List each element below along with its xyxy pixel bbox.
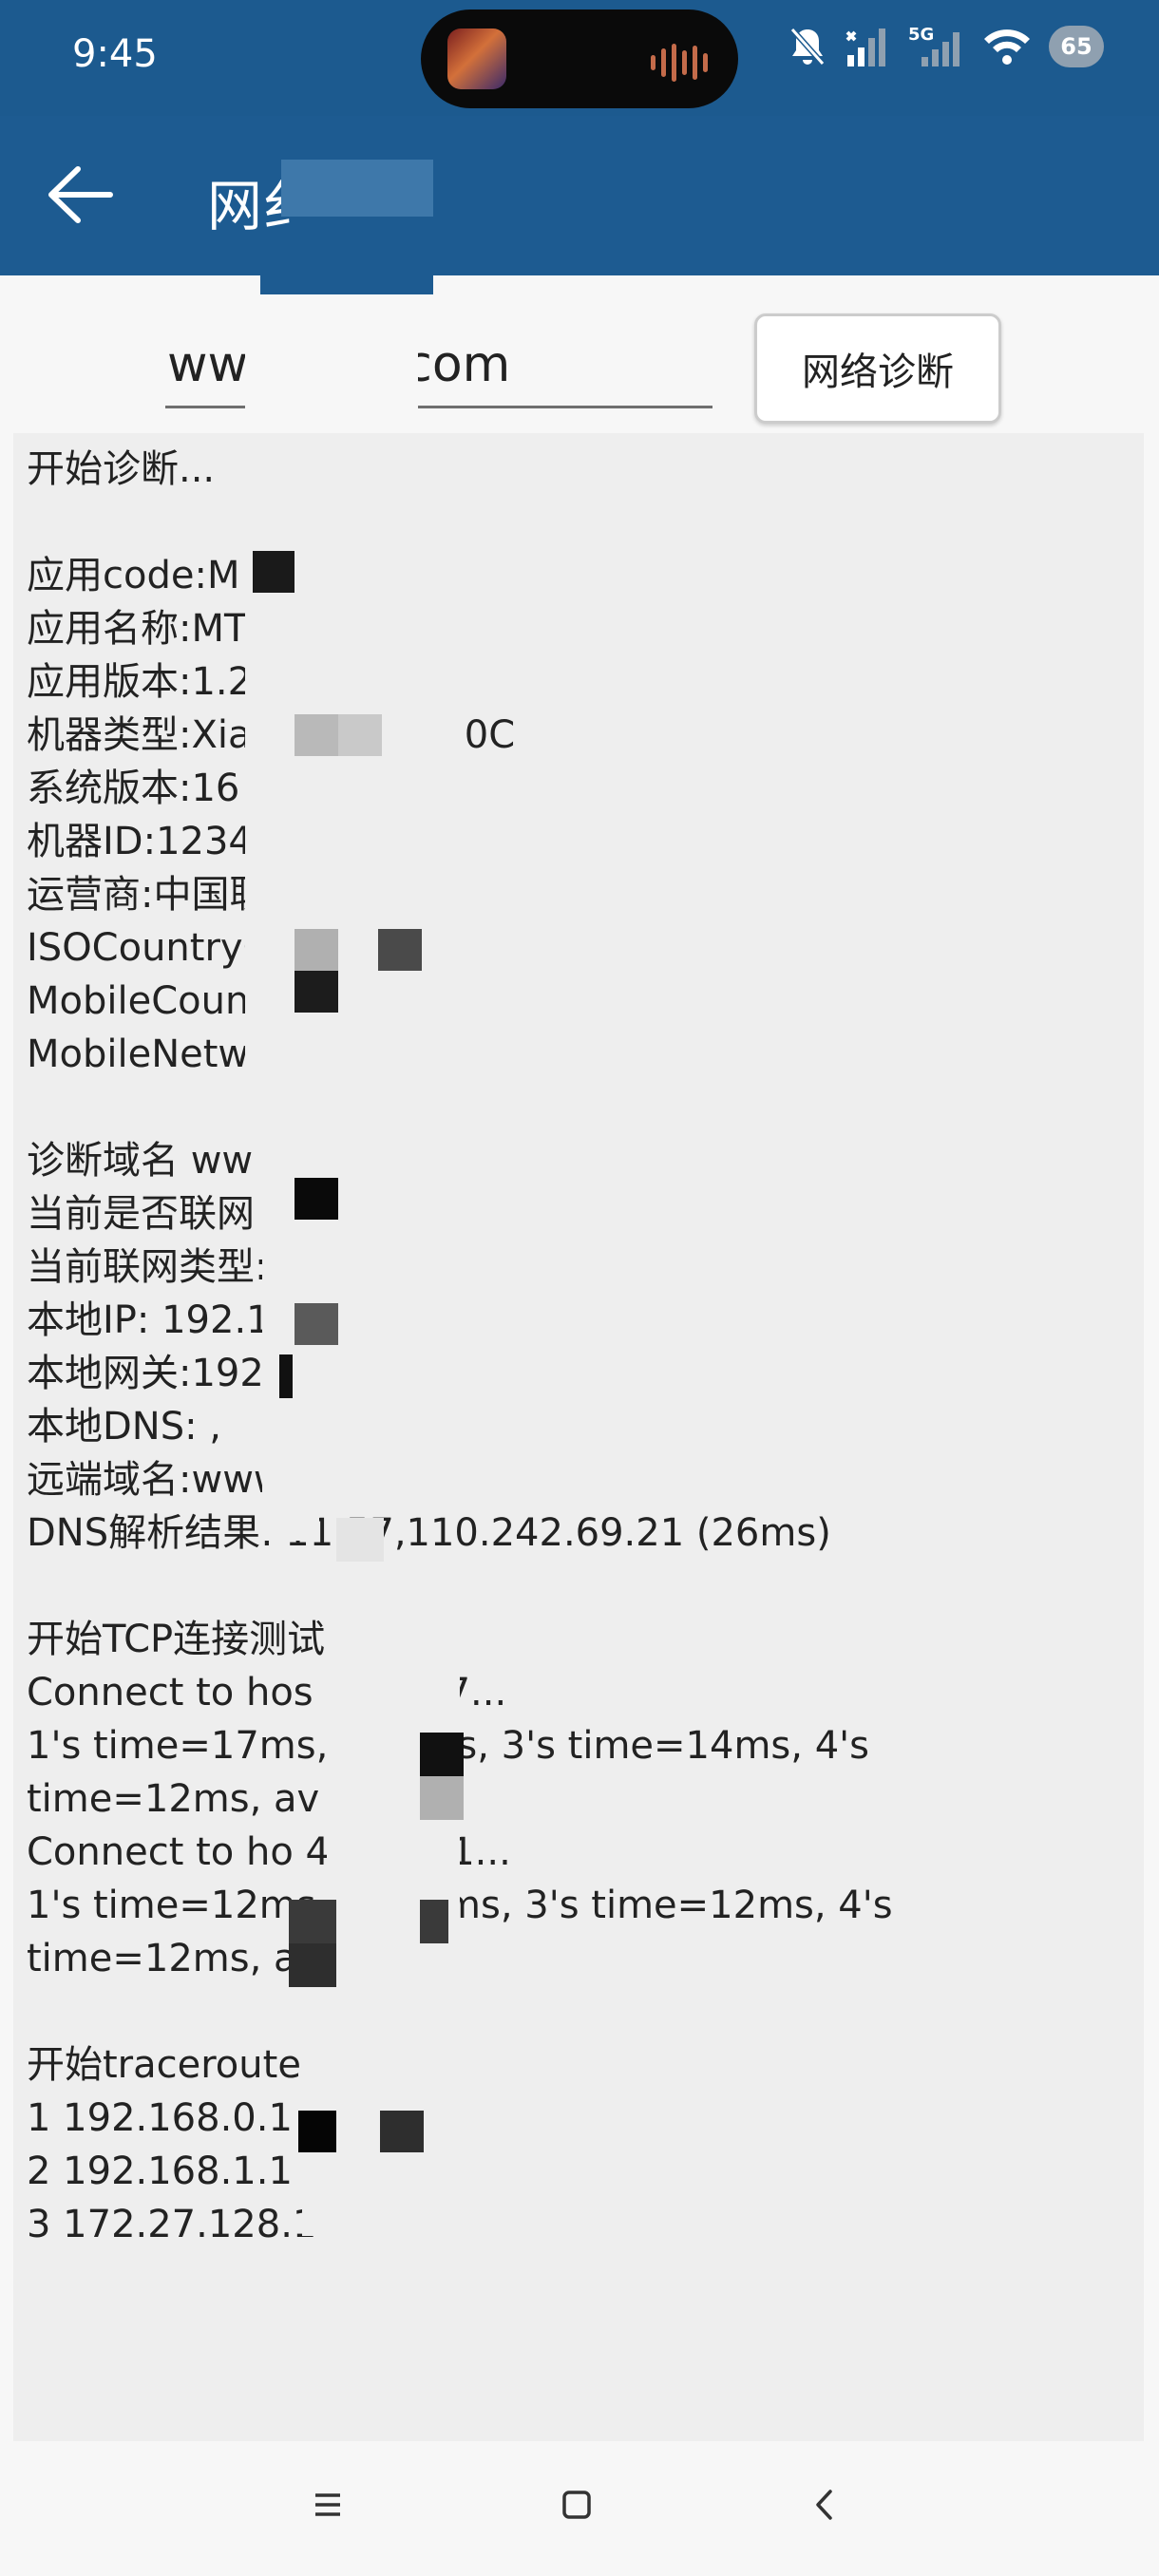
redaction-block bbox=[336, 1518, 384, 1562]
log-line: 应用code:M bbox=[27, 554, 240, 597]
status-bar: 9:45 5G 65 bbox=[0, 0, 1159, 116]
log-line: 1 192.168.0.1 1 bbox=[27, 2096, 330, 2140]
redaction-block bbox=[420, 1733, 464, 1776]
log-line: 2 192.168.1.1 1 bbox=[27, 2150, 330, 2193]
log-line: 开始TCP连接测试 bbox=[27, 1618, 326, 1661]
redaction-block bbox=[289, 1900, 336, 1943]
log-line: 机器ID:1234 bbox=[27, 820, 253, 863]
redaction-block bbox=[245, 332, 418, 427]
log-line: 当前是否联网 bbox=[27, 1192, 255, 1236]
log-line: 当前联网类型: bbox=[27, 1245, 268, 1289]
back-arrow-icon[interactable] bbox=[44, 163, 114, 226]
status-time: 9:45 bbox=[72, 32, 158, 76]
redaction-block bbox=[378, 929, 422, 971]
notifications-off-icon bbox=[789, 28, 826, 66]
redaction-block bbox=[294, 1303, 338, 1345]
redaction-block bbox=[294, 971, 338, 1013]
log-line: 诊断域名 ww bbox=[27, 1139, 254, 1183]
redaction-block bbox=[294, 714, 338, 756]
redaction-block bbox=[279, 1354, 293, 1398]
log-line: ISOCountryC bbox=[27, 926, 270, 970]
signal-5g-icon: 5G bbox=[908, 25, 960, 66]
battery-icon: 65 bbox=[1049, 26, 1104, 67]
status-icons: 5G 65 bbox=[788, 25, 1104, 68]
wifi-icon bbox=[984, 29, 1030, 65]
log-line: 应用版本:1.2 bbox=[27, 660, 253, 704]
redaction-block bbox=[245, 600, 302, 1142]
signal-icon bbox=[846, 28, 885, 66]
redaction-block bbox=[327, 1617, 460, 2035]
redaction-block bbox=[253, 551, 294, 593]
menu-icon[interactable] bbox=[306, 2483, 350, 2527]
back-icon[interactable] bbox=[804, 2483, 847, 2527]
redaction-block bbox=[380, 2111, 424, 2152]
redaction-block bbox=[420, 1900, 448, 1943]
redaction-block bbox=[294, 929, 338, 971]
redaction-block bbox=[420, 1776, 464, 1820]
svg-text:5G: 5G bbox=[908, 25, 934, 45]
dynamic-island[interactable] bbox=[421, 9, 738, 108]
diagnostic-log: 开始诊断... 应用code:M 应用名称:MT 应用版本:1.2 机器类型:X… bbox=[13, 433, 1144, 2441]
log-line: 3 172.27.128.1 bbox=[27, 2203, 317, 2246]
app-bar bbox=[0, 116, 1159, 275]
log-line: 运营商:中国联 bbox=[27, 873, 268, 917]
redaction-block bbox=[298, 2111, 336, 2152]
redaction-block bbox=[289, 1943, 336, 1987]
log-line: DNS解析结果: 11 57,110.242.69.21 (26ms) bbox=[27, 1511, 831, 1555]
redaction-block bbox=[260, 266, 433, 294]
log-line: MobileNetwo bbox=[27, 1032, 273, 1076]
media-thumbnail bbox=[447, 28, 506, 89]
log-line: 本地DNS: , bbox=[27, 1405, 222, 1449]
audio-wave-icon bbox=[651, 44, 708, 82]
network-diagnose-button[interactable]: 网络诊断 bbox=[754, 313, 1001, 424]
redaction-block bbox=[281, 160, 433, 217]
log-line: 应用名称:MT bbox=[27, 607, 248, 651]
redaction-block bbox=[294, 1178, 338, 1220]
log-line: 开始traceroute bbox=[27, 2043, 301, 2087]
log-line: 开始诊断... bbox=[27, 447, 216, 491]
log-line: 系统版本:16 bbox=[27, 767, 240, 810]
home-icon[interactable] bbox=[555, 2483, 598, 2527]
redaction-block bbox=[338, 714, 382, 756]
log-line: MobileCount bbox=[27, 979, 264, 1023]
log-line: 本地网关:192.1 bbox=[27, 1352, 300, 1395]
